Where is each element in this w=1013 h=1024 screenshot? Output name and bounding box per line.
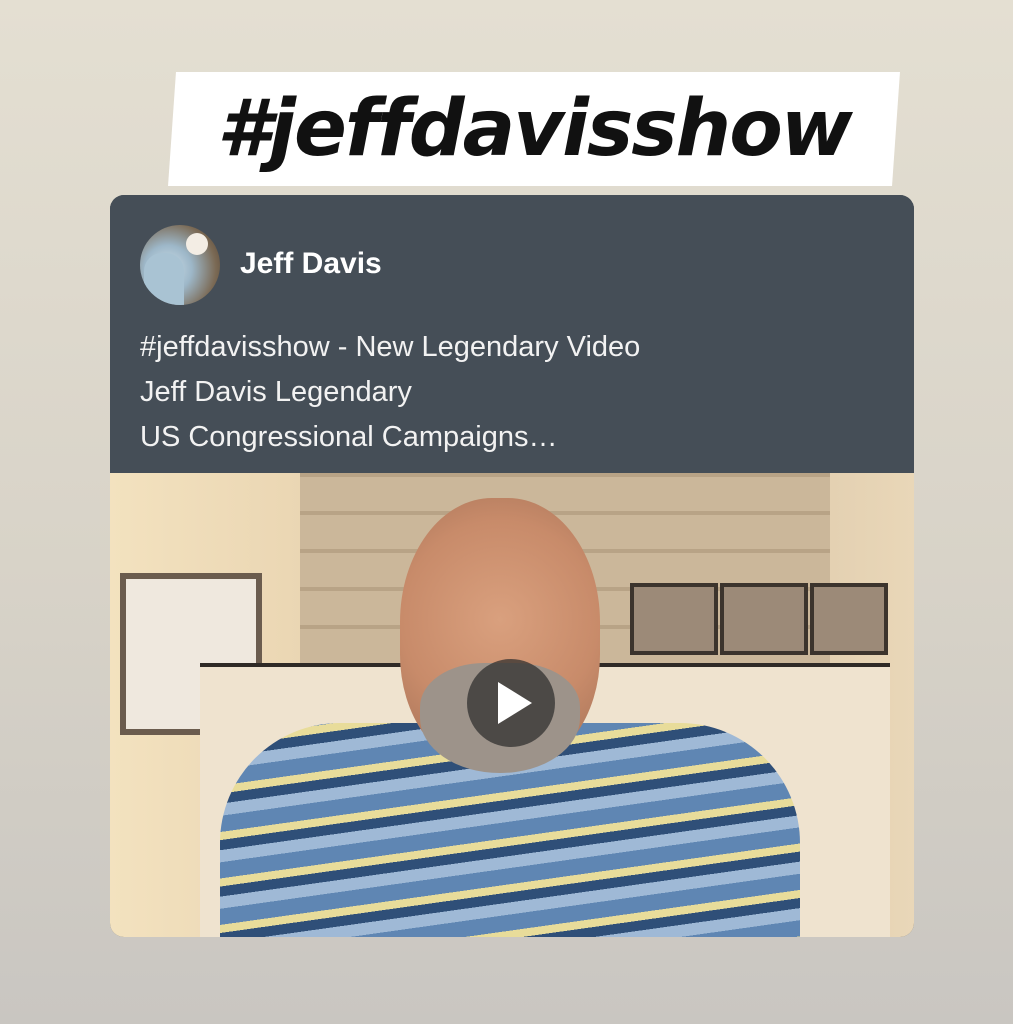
video-photo-frame <box>720 583 808 655</box>
play-icon <box>498 682 532 724</box>
author-avatar[interactable] <box>140 225 220 305</box>
video-photo-frame <box>630 583 718 655</box>
avatar-figure <box>144 253 184 305</box>
post-header: Jeff Davis #jeffdavisshow - New Legendar… <box>110 195 914 473</box>
avatar-lamp <box>186 233 208 255</box>
post-text-line: Jeff Davis Legendary <box>140 376 412 408</box>
post-text: #jeffdavisshow - New Legendary Video Jef… <box>140 325 640 460</box>
post-text-line: #jeffdavisshow - New Legendary Video <box>140 331 641 363</box>
post-card: Jeff Davis #jeffdavisshow - New Legendar… <box>110 195 914 937</box>
video-photo-frame <box>810 583 888 655</box>
hashtag-title: #jeffdavisshow <box>217 84 851 174</box>
play-button[interactable] <box>467 659 555 747</box>
post-text-line: US Congressional Campaigns… <box>140 421 558 453</box>
hashtag-banner: #jeffdavisshow <box>168 72 900 186</box>
author-name[interactable]: Jeff Davis <box>240 247 382 281</box>
video-thumbnail[interactable] <box>110 473 914 937</box>
